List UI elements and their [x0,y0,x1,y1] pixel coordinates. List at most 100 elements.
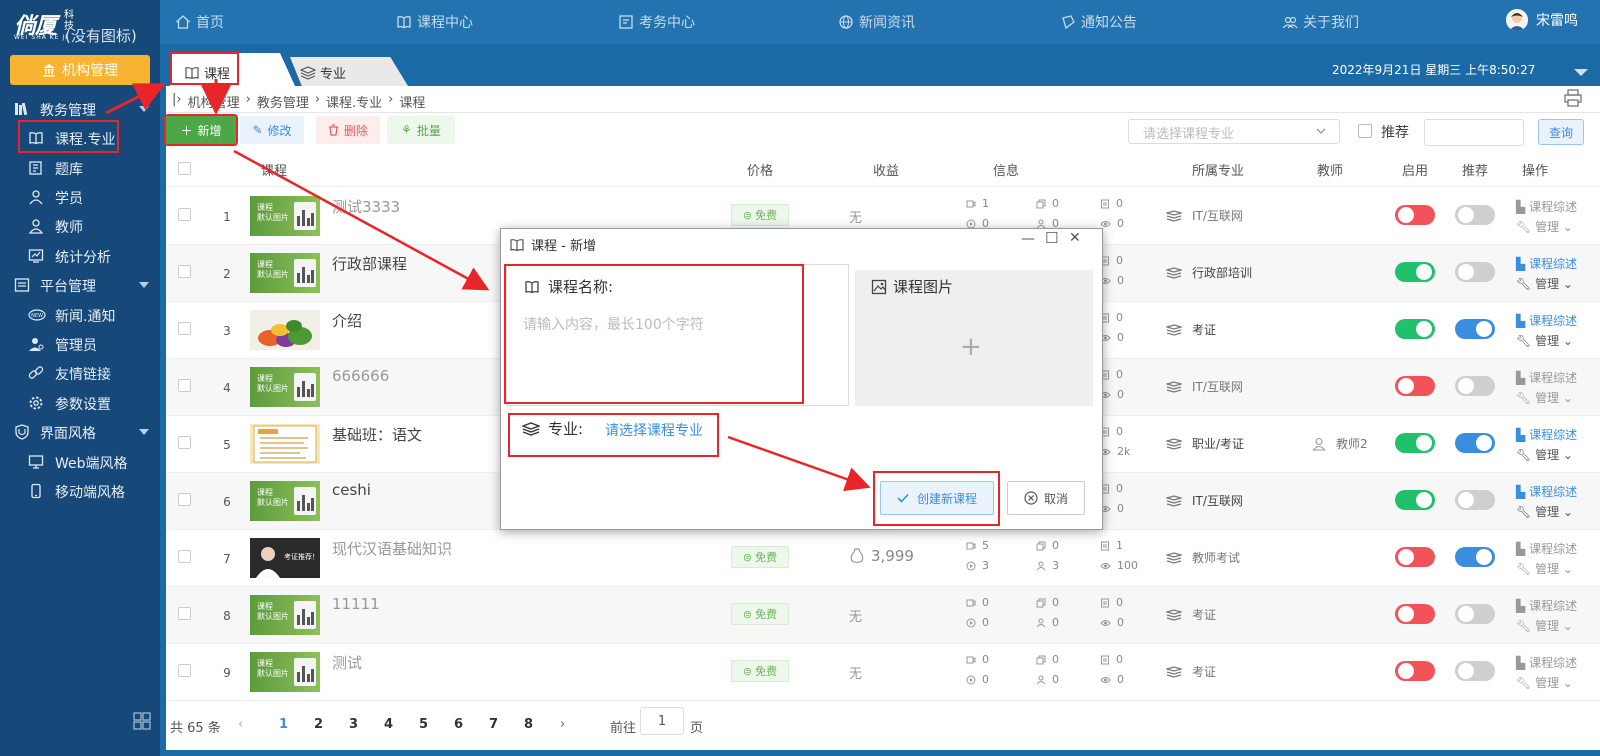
search-input[interactable] [1424,119,1524,146]
manage-dropdown[interactable]: 🔧︎ 管理 ⌄ [1516,331,1577,351]
page-6[interactable]: 6 [454,717,463,732]
enabled-toggle[interactable] [1395,490,1435,510]
sidebar-item-links[interactable]: 友情链接 [0,359,160,387]
course-name[interactable]: 介绍 [332,310,362,331]
row-checkbox[interactable] [178,493,191,506]
recommend-toggle[interactable] [1455,661,1495,681]
sidebar-item-statistics[interactable]: 统计分析 [0,242,160,270]
sidebar-item-web-style[interactable]: Web端风格 [0,448,160,476]
minimize-icon[interactable]: — [1021,231,1035,247]
recommend-toggle[interactable] [1455,319,1495,339]
major-filter-select[interactable]: 请选择课程专业 [1128,119,1340,144]
select-all-checkbox[interactable] [178,162,191,175]
page-8[interactable]: 8 [524,717,533,732]
enabled-toggle[interactable] [1395,262,1435,282]
page-1[interactable]: 1 [279,717,288,732]
row-checkbox[interactable] [178,607,191,620]
course-summary-link[interactable]: ▙ 课程综述 [1516,311,1577,331]
goto-page-input[interactable]: 1 [640,707,684,735]
course-summary-link[interactable]: ▙ 课程综述 [1516,596,1577,616]
row-checkbox[interactable] [178,208,191,221]
row-checkbox[interactable] [178,322,191,335]
row-checkbox[interactable] [178,436,191,449]
row-checkbox[interactable] [178,379,191,392]
batch-button[interactable]: ⚘ 批量 [387,116,455,144]
breadcrumb-item[interactable]: 课程.专业 [326,92,382,111]
table-row[interactable]: 7 考证推荐！ 现代汉语基础知识 ⊜ 免费 3,999 5 0 3 3 1 100 教师考试 ▙ 课程综述… [166,530,1600,587]
user-menu[interactable]: 宋雷鸣 [1506,9,1578,31]
enabled-toggle[interactable] [1395,604,1435,624]
edit-button[interactable]: ✎ 修改 [240,116,304,144]
course-name[interactable]: 测试3333 [332,196,400,217]
cancel-button[interactable]: 取消 [1007,481,1085,515]
enabled-toggle[interactable] [1395,376,1435,396]
plus-icon[interactable]: + [960,334,982,360]
recommend-toggle[interactable] [1455,376,1495,396]
manage-dropdown[interactable]: 🔧︎ 管理 ⌄ [1516,616,1577,636]
row-checkbox[interactable] [178,664,191,677]
recommend-checkbox[interactable] [1358,124,1372,138]
course-name[interactable]: 行政部课程 [332,253,407,274]
topnav-exam-center[interactable]: 考务中心 [618,12,695,32]
row-checkbox[interactable] [178,550,191,563]
topnav-about[interactable]: 关于我们 [1282,12,1359,32]
course-summary-link[interactable]: ▙ 课程综述 [1516,425,1577,445]
topnav-home[interactable]: 首页 [175,12,224,32]
nav-group-platform[interactable]: 平台管理 [0,271,160,299]
enabled-toggle[interactable] [1395,433,1435,453]
enabled-toggle[interactable] [1395,205,1435,225]
maximize-icon[interactable]: ☐ [1045,229,1058,247]
page-7[interactable]: 7 [489,717,498,732]
manage-dropdown[interactable]: 🔧︎ 管理 ⌄ [1516,388,1577,408]
course-name[interactable]: 基础班：语文 [332,424,422,445]
nav-group-academic[interactable]: 教务管理 [0,95,160,123]
sidebar-item-course-major[interactable]: 课程.专业 [0,124,160,152]
course-name[interactable]: 11111 [332,595,380,613]
query-button[interactable]: 查询 [1538,119,1584,145]
delete-button[interactable]: 删除 [316,116,380,144]
topnav-news[interactable]: 新闻资讯 [838,12,915,32]
manage-dropdown[interactable]: 🔧︎ 管理 ⌄ [1516,502,1577,522]
page-4[interactable]: 4 [384,717,393,732]
enabled-toggle[interactable] [1395,319,1435,339]
enabled-toggle[interactable] [1395,661,1435,681]
page-2[interactable]: 2 [314,717,323,732]
page-5[interactable]: 5 [419,717,428,732]
sidebar-item-mobile-style[interactable]: 移动端风格 [0,477,160,505]
manage-dropdown[interactable]: 🔧︎ 管理 ⌄ [1516,559,1577,579]
tab-dropdown-icon[interactable] [1574,69,1588,76]
table-row[interactable]: 9 课程 默认图片 测试 ⊜ 免费无 0 0 0 0 0 0 考证 ▙ 课程综述 🔧︎ 管理 ⌄ [166,644,1600,701]
recommend-toggle[interactable] [1455,205,1495,225]
recommend-toggle[interactable] [1455,547,1495,567]
sidebar-item-teachers[interactable]: 教师 [0,212,160,240]
topnav-course-center[interactable]: 课程中心 [396,12,473,32]
course-name[interactable]: 测试 [332,652,362,673]
sidebar-item-students[interactable]: 学员 [0,183,160,211]
course-summary-link[interactable]: ▙ 课程综述 [1516,197,1577,217]
sidebar-item-settings[interactable]: 参数设置 [0,389,160,417]
row-checkbox[interactable] [178,265,191,278]
manage-dropdown[interactable]: 🔧︎ 管理 ⌄ [1516,445,1577,465]
recommend-toggle[interactable] [1455,490,1495,510]
course-summary-link[interactable]: ▙ 课程综述 [1516,368,1577,388]
course-name[interactable]: 现代汉语基础知识 [332,538,452,559]
page-3[interactable]: 3 [349,717,358,732]
recommend-toggle[interactable] [1455,433,1495,453]
course-summary-link[interactable]: ▙ 课程综述 [1516,254,1577,274]
next-page-icon[interactable]: › [560,717,565,732]
course-name[interactable]: 666666 [332,367,389,385]
recommend-toggle[interactable] [1455,262,1495,282]
tab-major-label-wrap[interactable]: 专业 [300,63,346,82]
prev-page-icon[interactable]: ‹ [238,717,243,732]
org-manage-button[interactable]: 机构管理 [10,55,150,85]
topnav-notices[interactable]: 通知公告 [1060,12,1137,32]
manage-dropdown[interactable]: 🔧︎ 管理 ⌄ [1516,274,1577,294]
course-summary-link[interactable]: ▙ 课程综述 [1516,482,1577,502]
manage-dropdown[interactable]: 🔧︎ 管理 ⌄ [1516,217,1577,237]
sidebar-item-admins[interactable]: 管理员 [0,330,160,358]
table-row[interactable]: 8 课程 默认图片 11111 ⊜ 免费无 0 0 0 0 0 0 考证 ▙ 课程综述 🔧︎ 管理 ⌄ [166,587,1600,644]
nav-group-ui-style[interactable]: 界面风格 [0,418,160,446]
course-summary-link[interactable]: ▙ 课程综述 [1516,539,1577,559]
breadcrumb-item[interactable]: 教务管理 [257,92,309,111]
close-icon[interactable]: ✕ [1069,230,1081,246]
